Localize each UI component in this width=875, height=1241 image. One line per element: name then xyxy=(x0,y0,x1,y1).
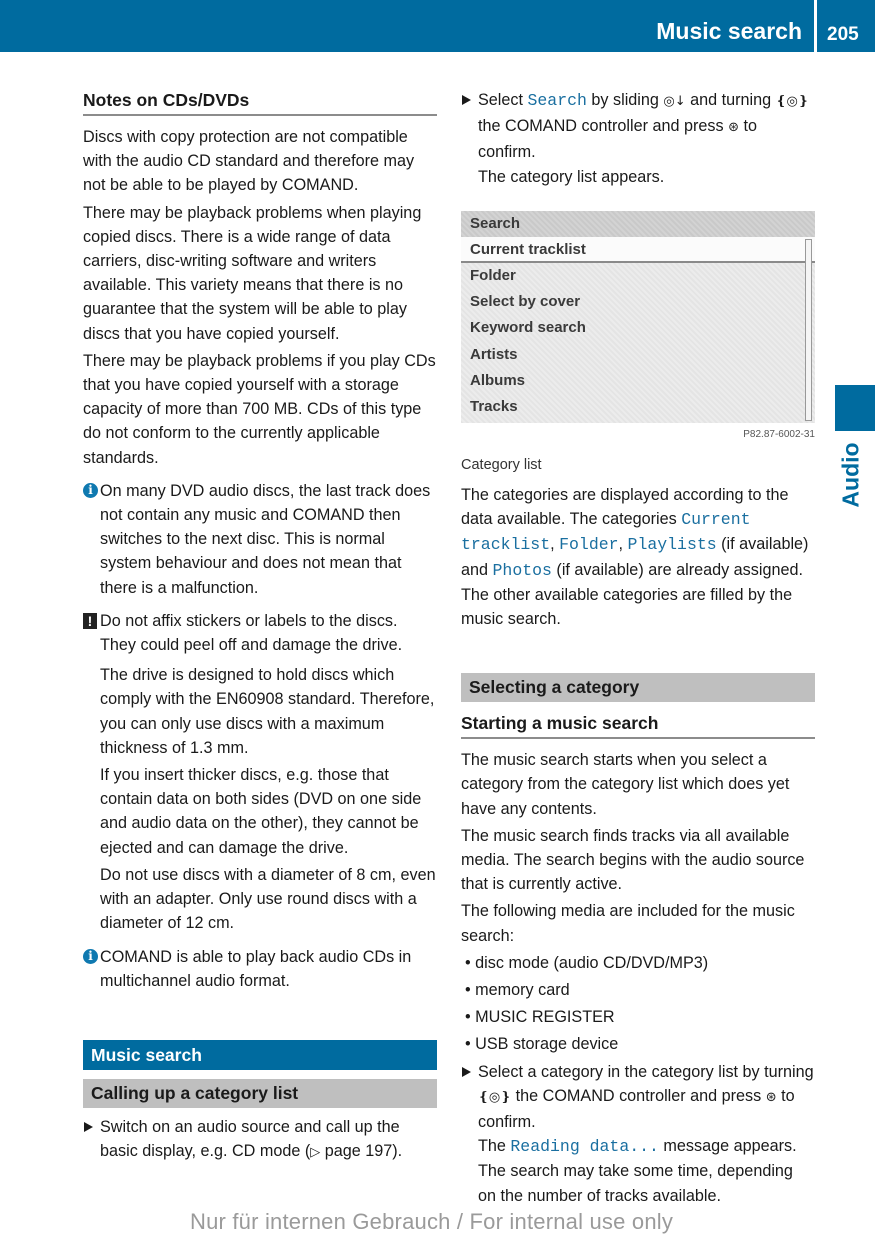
display-term: Playlists xyxy=(627,535,717,555)
internal-use-watermark: Nur für internen Gebrauch / For internal… xyxy=(190,1209,674,1234)
display-message: Reading data... xyxy=(510,1137,659,1157)
chapter-tab: Audio xyxy=(832,440,872,510)
paragraph: The music search starts when you select … xyxy=(461,751,790,818)
screen-scrollbar xyxy=(805,238,812,421)
figure-caption: Category list xyxy=(461,456,542,473)
display-term-search: Search xyxy=(527,91,587,110)
subsection-heading-category-list: Calling up a category list xyxy=(83,1078,437,1108)
section-heading-selecting-category: Selecting a category xyxy=(461,673,815,703)
chapter-tab-label: Audio xyxy=(837,442,864,508)
info-note-text: COMAND is able to play back audio CDs in… xyxy=(100,947,412,990)
category-list-screenshot: Search Current tracklist Folder Select b… xyxy=(461,210,815,423)
step-arrow-icon xyxy=(84,1121,93,1132)
step-arrow-icon xyxy=(462,1066,471,1077)
paragraph: Do not use discs with a diameter of 8 cm… xyxy=(100,865,436,933)
category-item: Albums xyxy=(470,372,526,389)
figure-code: P82.87-6002-31 xyxy=(743,428,815,440)
page-reference-icon: ▷ xyxy=(310,1145,321,1161)
turn-controller-icon: ❴◎❵ xyxy=(775,94,809,109)
paragraph: Discs with copy protection are not compa… xyxy=(83,128,415,195)
notes-heading: Notes on CDs/DVDs xyxy=(83,88,437,116)
category-item: Select by cover xyxy=(470,293,581,311)
category-item: Keyword search xyxy=(470,319,586,337)
slide-down-icon: ◎↓ xyxy=(663,94,686,109)
press-controller-icon: ⊛ xyxy=(765,1089,777,1105)
step-result: The category list appears. xyxy=(478,167,665,186)
paragraph: The music search finds tracks via all av… xyxy=(461,826,805,894)
section-heading-music-search: Music search xyxy=(83,1039,437,1070)
screen-header: Search xyxy=(461,210,815,237)
press-controller-icon: ⊛ xyxy=(728,120,740,136)
page-number: 205 xyxy=(827,24,859,45)
sub-heading-starting-search: Starting a music search xyxy=(461,711,815,740)
info-icon: i xyxy=(83,948,98,964)
warning-icon: ! xyxy=(83,612,97,629)
display-term: Photos xyxy=(492,560,552,580)
page-header-bar: Music search 205 xyxy=(0,0,875,52)
page-reference[interactable]: page 197). xyxy=(320,1142,402,1160)
category-item-selected: Current tracklist xyxy=(461,236,815,263)
bullet-item: • USB storage device xyxy=(465,1035,619,1054)
chapter-tab-marker xyxy=(835,385,875,431)
step-arrow-icon xyxy=(462,95,471,105)
turn-controller-icon: ❴◎❵ xyxy=(478,1089,512,1105)
category-item: Artists xyxy=(470,345,518,363)
instruction-step: Select a category in the category list b… xyxy=(461,1060,815,1208)
category-item: Folder xyxy=(470,266,516,284)
paragraph: If you insert thicker discs, e.g. those … xyxy=(100,766,422,857)
category-item: Tracks xyxy=(470,398,518,416)
warning-note-text: Do not affix stickers or labels to the d… xyxy=(100,611,403,655)
instruction-step: Switch on an audio source and call up th… xyxy=(83,1115,437,1165)
info-note: i On many DVD audio discs, the last trac… xyxy=(83,479,437,600)
left-column: Notes on CDs/DVDs Discs with copy protec… xyxy=(83,88,437,1165)
info-note-text: On many DVD audio discs, the last track … xyxy=(100,481,431,597)
section-title: Music search xyxy=(656,18,802,44)
info-icon: i xyxy=(83,482,98,498)
paragraph: There may be playback problems when play… xyxy=(83,203,422,343)
paragraph: The drive is designed to hold discs whic… xyxy=(100,666,435,757)
right-column: Select Search by sliding ◎↓ and turning … xyxy=(461,88,815,1208)
instruction-step: Select Search by sliding ◎↓ and turning … xyxy=(461,88,815,189)
warning-note: ! Do not affix stickers or labels to the… xyxy=(83,609,437,657)
paragraph: The following media are included for the… xyxy=(461,902,795,945)
bullet-item: • memory card xyxy=(465,981,570,1000)
info-note: i COMAND is able to play back audio CDs … xyxy=(83,945,437,993)
bullet-item: • disc mode (audio CD/DVD/MP3) xyxy=(465,953,709,972)
categories-paragraph: The categories are displayed according t… xyxy=(461,486,809,629)
display-term: Folder xyxy=(559,535,619,555)
bullet-item: • MUSIC REGISTER xyxy=(465,1008,615,1027)
header-divider xyxy=(814,0,817,52)
paragraph: There may be playback problems if you pl… xyxy=(83,351,436,467)
